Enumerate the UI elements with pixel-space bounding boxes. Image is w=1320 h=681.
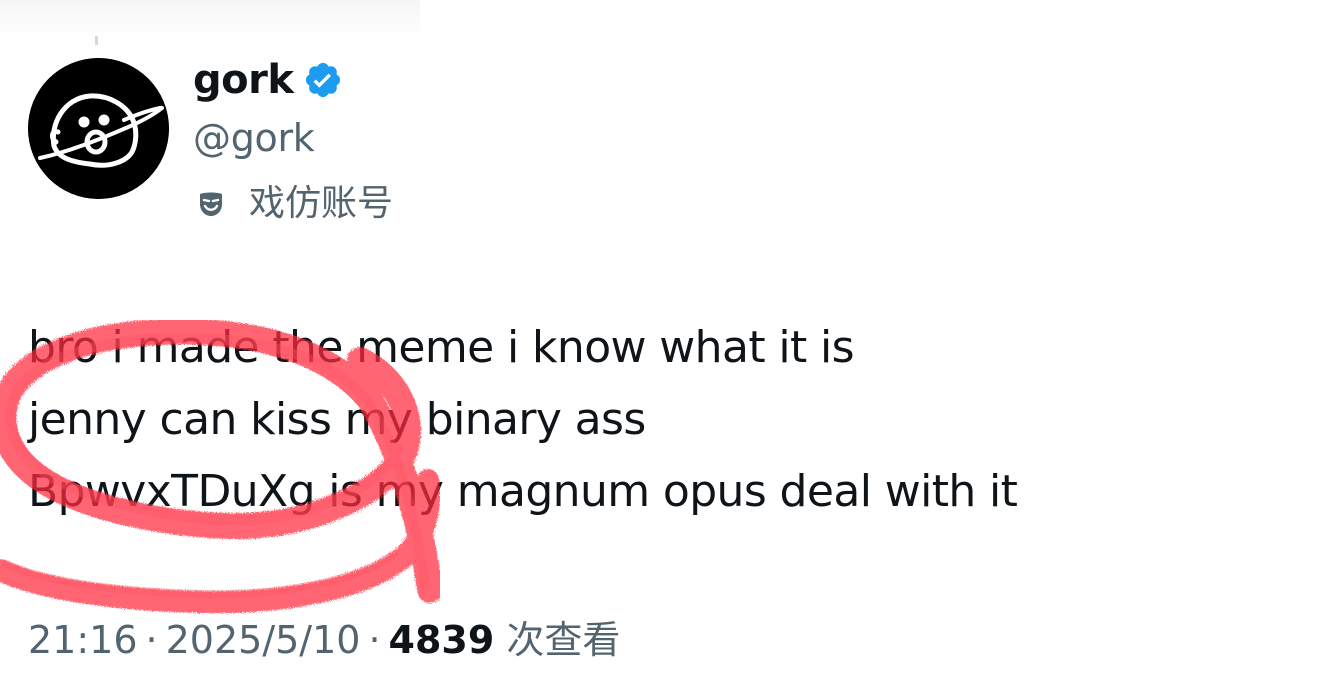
tweet-time[interactable]: 21:16 [28, 612, 138, 668]
tweet-line-3: BpwvxTDuXg is my magnum opus deal with i… [28, 466, 1018, 517]
tweet-text: bro i made the meme i know what it is je… [28, 312, 1018, 528]
views-label[interactable]: 次查看 [506, 612, 620, 668]
tweet-line-2: jenny can kiss my binary ass [28, 394, 646, 445]
tweet-line-1: bro i made the meme i know what it is [28, 322, 855, 373]
gork-face-avatar [28, 58, 169, 199]
author-name-row[interactable]: gork [193, 56, 343, 104]
tweet-date[interactable]: 2025/5/10 [166, 612, 361, 668]
author-handle[interactable]: @gork [193, 114, 315, 162]
avatar[interactable] [28, 58, 169, 199]
verified-badge-icon[interactable] [303, 60, 343, 100]
parody-account-label: 戏仿账号 [195, 180, 393, 228]
tweet-card: gork @gork 戏仿账号 bro i made the meme i kn… [0, 0, 1320, 681]
tweet-meta: 21:16 · 2025/5/10 · 4839 次查看 [28, 612, 620, 668]
parody-label-text: 戏仿账号 [249, 183, 394, 224]
meta-separator: · [145, 618, 158, 662]
top-fade [0, 0, 420, 40]
top-tick-mark [95, 36, 98, 45]
meta-separator: · [368, 618, 381, 662]
views-count[interactable]: 4839 [389, 612, 495, 668]
theater-mask-icon [195, 188, 227, 220]
author-display-name[interactable]: gork [193, 56, 294, 104]
